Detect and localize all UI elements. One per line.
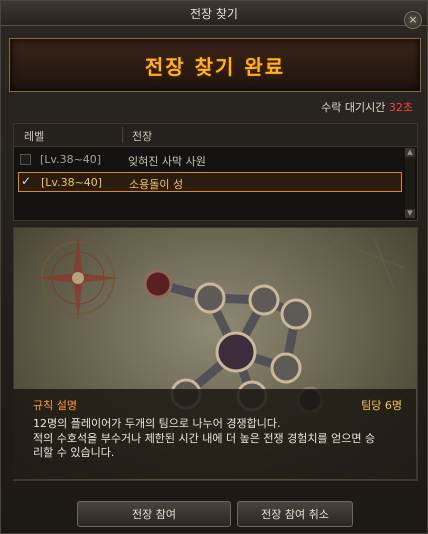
header-battlefield[interactable]: 전장: [132, 128, 152, 144]
close-icon[interactable]: ×: [404, 11, 422, 29]
title-bar[interactable]: 전장 찾기: [1, 1, 427, 26]
rules-panel: 규칙 설명 팀당 6명 12명의 플레이어가 두개의 팀으로 나누어 경쟁합니다…: [13, 389, 416, 479]
list-item[interactable]: [Lv.38~40] 잊혀진 사막 사원: [18, 150, 402, 170]
row-level: [Lv.38~40]: [40, 153, 102, 166]
banner-title: 전장 찾기 완료: [144, 55, 286, 79]
rules-line: 적의 수호석을 부수거나 제한된 시간 내에 더 높은 전쟁 경험치를 얻으면 …: [33, 432, 376, 445]
row-name: 소용돌이 성: [129, 178, 184, 191]
row-checkbox[interactable]: [20, 154, 31, 165]
cancel-join-button[interactable]: 전장 참여 취소: [237, 501, 353, 527]
list-scrollbar[interactable]: ▲ ▼: [405, 148, 415, 218]
rules-heading: 규칙 설명: [33, 399, 77, 412]
row-name: 잊혀진 사막 사원: [128, 155, 206, 168]
team-size: 팀당 6명: [361, 399, 402, 412]
check-icon[interactable]: ✓: [21, 174, 32, 188]
list-header: 레벨 전장: [14, 124, 417, 147]
header-level[interactable]: 레벨: [24, 128, 44, 144]
battlefield-window: 전장 찾기 × 전장 찾기 완료 수락 대기시간 32초 레벨 전장 [Lv.3…: [0, 0, 428, 534]
row-level: [Lv.38~40]: [41, 176, 103, 189]
rules-line: 리할 수 있습니다.: [33, 446, 115, 459]
compass-rose: [36, 236, 120, 320]
accept-wait-time: 수락 대기시간 32초: [321, 99, 413, 115]
list-item-selected[interactable]: ✓ [Lv.38~40] 소용돌이 성: [18, 172, 402, 192]
scroll-up-icon[interactable]: ▲: [405, 148, 415, 157]
join-button[interactable]: 전장 참여: [77, 501, 231, 527]
window-title: 전장 찾기: [190, 7, 238, 21]
wait-value: 32초: [388, 101, 413, 114]
battlefield-list: 레벨 전장 [Lv.38~40] 잊혀진 사막 사원 ✓ [Lv.38~40] …: [13, 123, 418, 221]
wait-label: 수락 대기시간: [321, 101, 386, 114]
rules-line: 12명의 플레이어가 두개의 팀으로 나누어 경쟁합니다.: [33, 417, 281, 430]
header-divider: [122, 127, 123, 143]
scroll-down-icon[interactable]: ▼: [405, 209, 415, 218]
completion-banner: 전장 찾기 완료: [9, 38, 421, 92]
